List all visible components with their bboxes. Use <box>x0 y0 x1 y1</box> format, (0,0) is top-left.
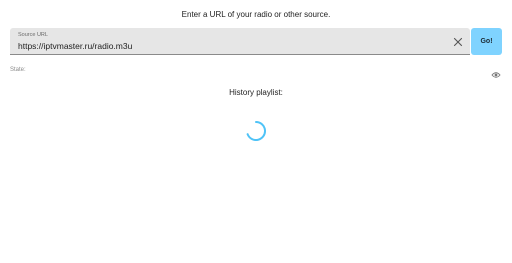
spinner-icon <box>245 120 267 142</box>
source-url-input[interactable] <box>18 40 438 51</box>
instruction-text: Enter a URL of your radio or other sourc… <box>181 10 331 19</box>
history-playlist-title: History playlist: <box>229 88 283 97</box>
state-label: State: <box>10 67 26 73</box>
page: Enter a URL of your radio or other sourc… <box>0 0 512 263</box>
clear-icon[interactable] <box>452 35 464 47</box>
source-url-label: Source URL <box>18 32 48 38</box>
source-url-field[interactable]: Source URL <box>10 28 470 55</box>
go-button[interactable]: Go! <box>471 28 502 55</box>
eye-icon[interactable] <box>491 66 501 78</box>
